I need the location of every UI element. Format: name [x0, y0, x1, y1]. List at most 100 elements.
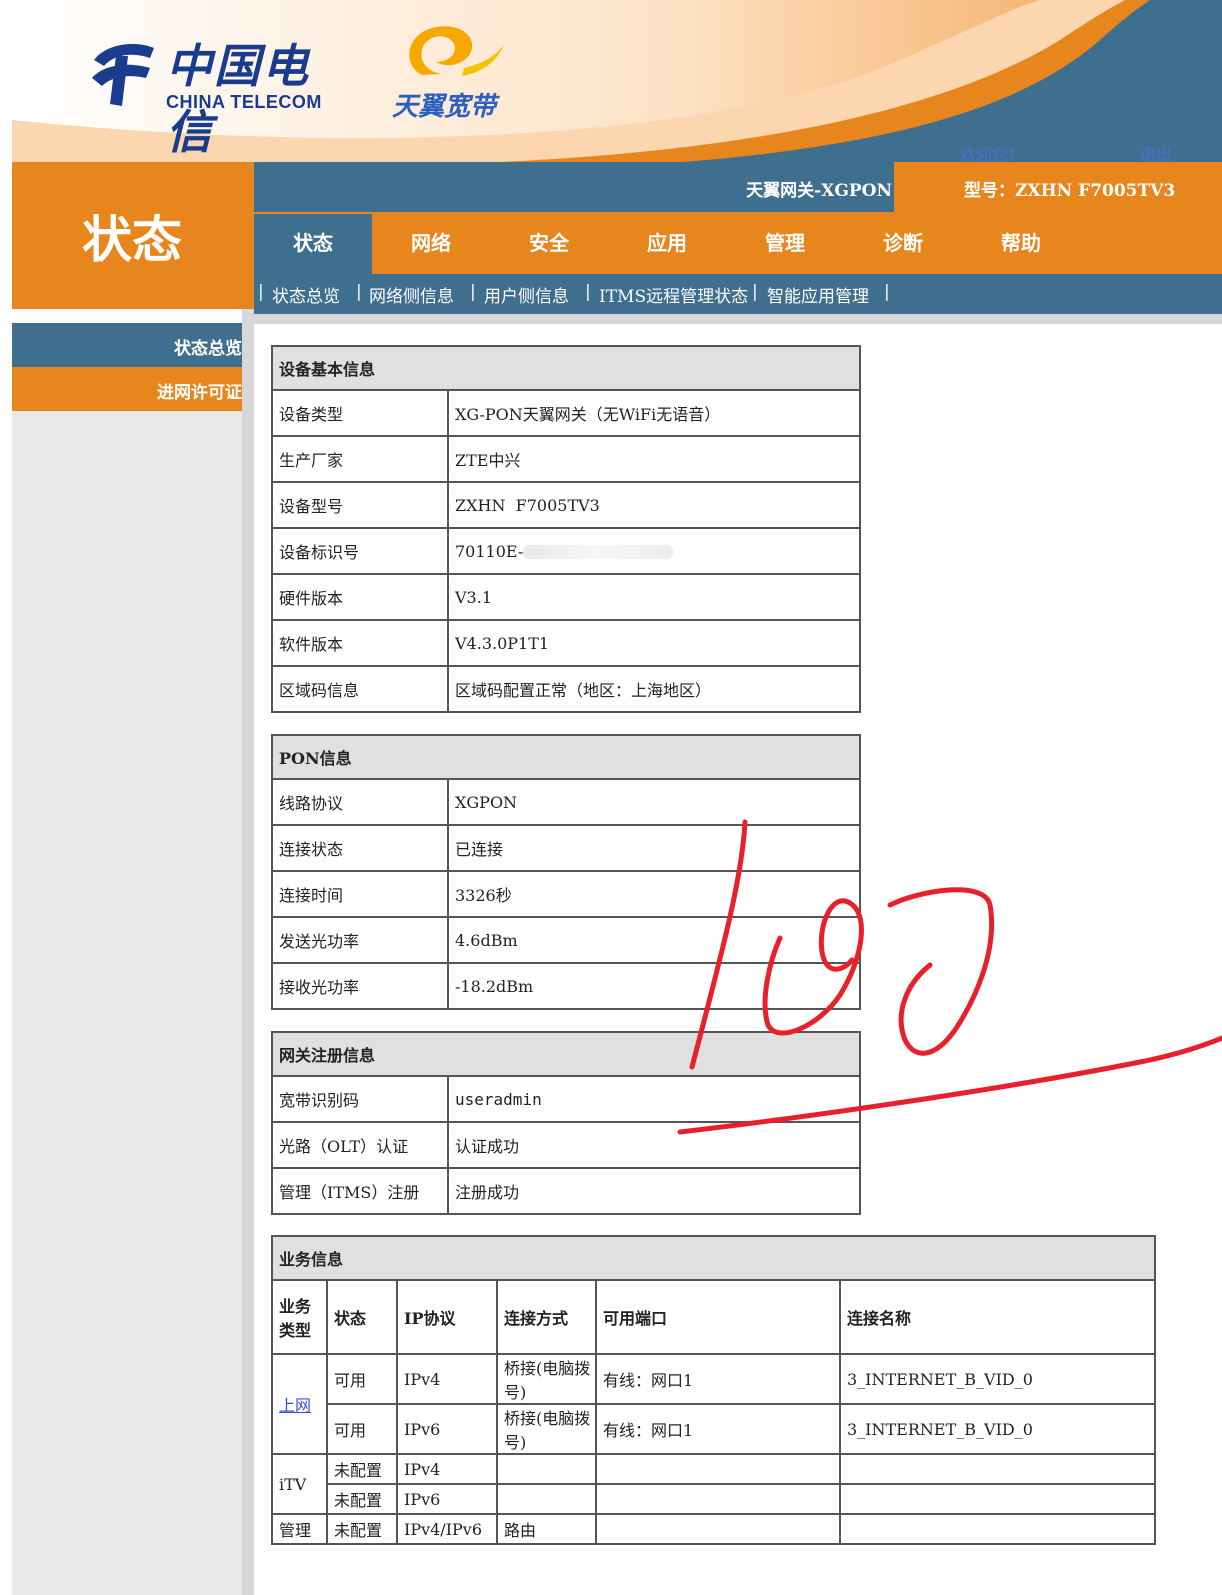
submenu-itms-status[interactable]: ITMS远程管理状态 — [599, 282, 748, 307]
col-header-available-port: 可用端口 — [595, 1279, 841, 1355]
service-info-table: 业务信息 业务类型 状态 IP协议 连接方式 可用端口 连接名称 上网 可用 I… — [271, 1235, 1156, 1545]
row-key: 连接状态 — [271, 824, 449, 872]
cell-ip: IPv6 — [396, 1483, 498, 1515]
submenu-separator: | — [884, 282, 890, 302]
tianyi-broadband-logo: 天翼宽带 — [392, 20, 512, 122]
page-title-block: 状态 — [12, 162, 254, 309]
cell-port: 有线：网口1 — [595, 1353, 841, 1405]
submenu-status-overview[interactable]: 状态总览 — [272, 282, 340, 307]
tab-diagnosis[interactable]: 诊断 — [844, 214, 962, 274]
tab-help[interactable]: 帮助 — [962, 214, 1080, 274]
row-key: 硬件版本 — [271, 573, 449, 621]
row-key: 宽带识别码 — [271, 1075, 449, 1123]
table-row: 可用 IPv6 桥接(电脑拨号) 有线：网口1 3_INTERNET_B_VID… — [272, 1403, 1156, 1455]
model-label: 型号：ZXHN F7005TV3 — [964, 181, 1176, 201]
row-value: 注册成功 — [447, 1167, 861, 1215]
cell-status: 未配置 — [326, 1453, 398, 1485]
cell-name: 3_INTERNET_B_VID_0 — [839, 1353, 1156, 1405]
row-value: V3.1 — [447, 573, 861, 621]
device-info-table: 设备基本信息 设备类型 XG-PON天翼网关（无WiFi无语音） 生产厂家 ZTE中… — [271, 345, 861, 713]
device-info-title: 设备基本信息 — [271, 345, 861, 391]
sidebar-item-label: 进网许可证 — [157, 383, 242, 403]
table-row: 光路（OLT）认证 认证成功 — [271, 1121, 861, 1169]
row-key: 线路协议 — [271, 778, 449, 826]
cell-name: 3_INTERNET_B_VID_0 — [839, 1403, 1156, 1455]
row-key: 设备类型 — [271, 389, 449, 437]
brand-en-text: CHINA TELECOM — [166, 92, 322, 112]
table-row: 设备型号 ZXHN F7005TV3 — [271, 481, 861, 529]
cell-ip: IPv4 — [396, 1453, 498, 1485]
table-row: 上网 可用 IPv4 桥接(电脑拨号) 有线：网口1 3_INTERNET_B_… — [271, 1353, 1156, 1455]
tab-security[interactable]: 安全 — [490, 214, 608, 274]
service-type-itv: iTV — [271, 1453, 328, 1515]
submenu-separator: | — [585, 282, 591, 302]
table-row: 连接时间 3326秒 — [271, 870, 861, 918]
cell-name — [839, 1483, 1156, 1515]
row-value: V4.3.0P1T1 — [447, 619, 861, 667]
row-value: 认证成功 — [447, 1121, 861, 1169]
sub-menu: | 状态总览 | 网络侧信息 | 用户侧信息 | ITMS远程管理状态 | 智能… — [254, 274, 1222, 314]
sidebar-item-status-overview[interactable]: 状态总览 — [12, 323, 242, 367]
service-link-internet[interactable]: 上网 — [279, 1396, 311, 1415]
table-row: 设备标识号 70110E- — [271, 527, 861, 575]
row-key: 软件版本 — [271, 619, 449, 667]
table-row: 宽带识别码 useradmin — [271, 1075, 861, 1123]
submenu-network-side-info[interactable]: 网络侧信息 — [369, 282, 454, 307]
broadband-logo-text: 天翼宽带 — [392, 92, 497, 122]
table-row: 软件版本 V4.3.0P1T1 — [271, 619, 861, 667]
sidebar-item-network-license[interactable]: 进网许可证 — [12, 367, 242, 411]
row-key: 设备标识号 — [271, 527, 449, 575]
pon-info-title: PON信息 — [271, 734, 861, 780]
cell-mode — [496, 1453, 597, 1485]
table-row: 管理（ITMS）注册 注册成功 — [271, 1167, 861, 1215]
table-row: 未配置 IPv6 — [272, 1483, 1156, 1515]
cell-mode: 路由 — [496, 1513, 597, 1545]
row-value: XGPON — [447, 778, 861, 826]
table-row: 生产厂家 ZTE中兴 — [271, 435, 861, 483]
sidebar-divider — [242, 309, 254, 1595]
row-value: 70110E- — [455, 541, 524, 561]
row-key: 接收光功率 — [271, 962, 449, 1010]
china-telecom-logo: 中国电信 CHINA TELECOM — [86, 32, 346, 159]
gateway-info-bar: 天翼网关-XGPON 型号：ZXHN F7005TV3 — [254, 162, 1222, 212]
cell-mode — [496, 1483, 597, 1515]
table-row: 区域码信息 区域码配置正常（地区：上海地区） — [271, 665, 861, 713]
table-row: 发送光功率 4.6dBm — [271, 916, 861, 964]
table-row: 连接状态 已连接 — [271, 824, 861, 872]
china-telecom-emblem-icon — [92, 44, 154, 106]
cell-mode: 桥接(电脑拨号) — [496, 1353, 597, 1405]
tab-network[interactable]: 网络 — [372, 214, 490, 274]
row-key: 连接时间 — [271, 870, 449, 918]
service-type-management: 管理 — [271, 1513, 328, 1545]
submenu-separator: | — [752, 282, 758, 302]
table-row: 线路协议 XGPON — [271, 778, 861, 826]
col-header-service-type: 业务类型 — [271, 1279, 328, 1355]
handwriting-stroke-2 — [887, 887, 995, 1056]
sidebar-item-label: 状态总览 — [174, 339, 242, 359]
row-key: 管理（ITMS）注册 — [271, 1167, 449, 1215]
service-type-cell: 上网 — [271, 1353, 328, 1455]
row-value: 已连接 — [447, 824, 861, 872]
cell-port — [595, 1453, 841, 1485]
table-row: iTV 未配置 IPv4 — [271, 1453, 1156, 1515]
row-value: -18.2dBm — [447, 962, 861, 1010]
row-value-redacted: 70110E- — [447, 527, 861, 575]
table-row: 硬件版本 V3.1 — [271, 573, 861, 621]
submenu-smart-app[interactable]: 智能应用管理 — [767, 282, 869, 307]
main-tabs: 状态 网络 安全 应用 管理 诊断 帮助 — [254, 212, 1222, 274]
table-header-row: 业务类型 状态 IP协议 连接方式 可用端口 连接名称 — [271, 1279, 1156, 1355]
gateway-registration-title: 网关注册信息 — [271, 1031, 861, 1077]
tab-application[interactable]: 应用 — [608, 214, 726, 274]
row-key: 区域码信息 — [271, 665, 449, 713]
submenu-separator: | — [470, 282, 476, 302]
submenu-user-side-info[interactable]: 用户侧信息 — [484, 282, 569, 307]
tab-status[interactable]: 状态 — [254, 214, 372, 274]
cell-mode: 桥接(电脑拨号) — [496, 1403, 597, 1455]
row-value: ZTE中兴 — [447, 435, 861, 483]
gateway-name: 天翼网关-XGPON — [746, 181, 892, 201]
row-key: 设备型号 — [271, 481, 449, 529]
gateway-registration-table: 网关注册信息 宽带识别码 useradmin 光路（OLT）认证 认证成功 管理（I… — [271, 1031, 861, 1215]
cell-name — [839, 1453, 1156, 1485]
tab-management[interactable]: 管理 — [726, 214, 844, 274]
row-value: 区域码配置正常（地区：上海地区） — [447, 665, 861, 713]
